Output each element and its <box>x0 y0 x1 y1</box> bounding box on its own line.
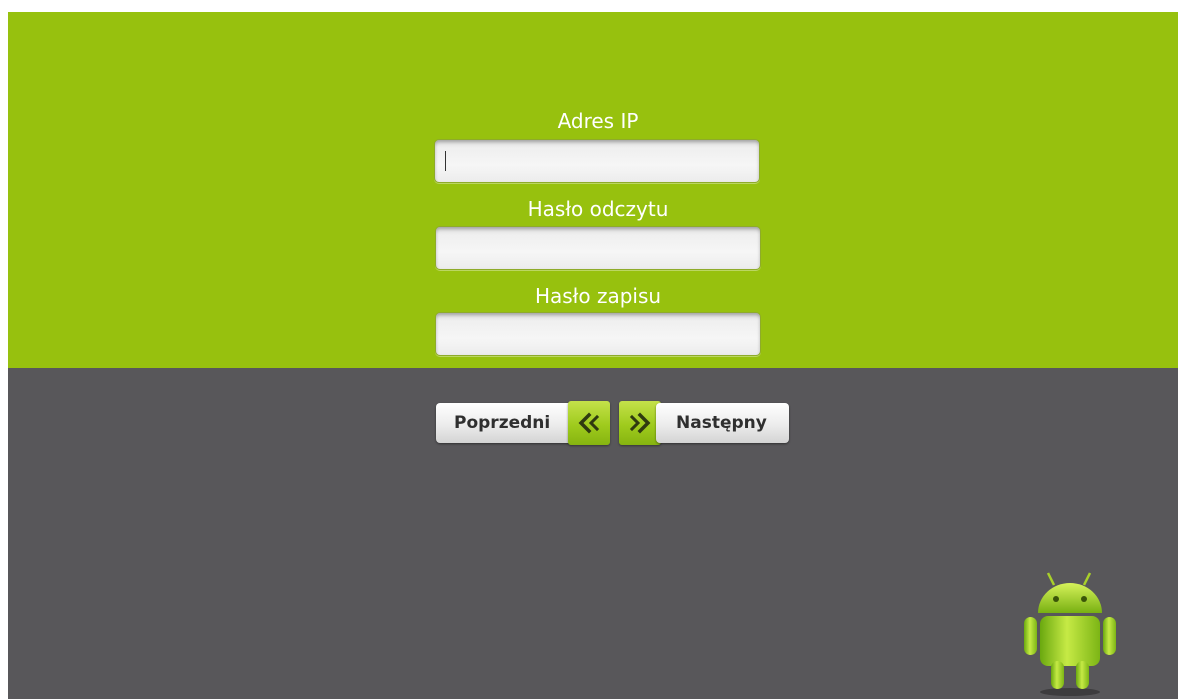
next-button-label: Następny <box>676 413 767 433</box>
ip-address-label: Adres IP <box>557 109 639 133</box>
form-panel: Adres IP Hasło odczytu Hasło zapisu <box>8 12 1178 368</box>
double-chevron-left-icon <box>578 412 600 434</box>
next-arrow-button[interactable] <box>619 401 661 445</box>
previous-button-label: Poprzedni <box>454 413 551 433</box>
next-button[interactable]: Następny <box>656 403 789 443</box>
text-caret <box>445 151 446 171</box>
read-password-label: Hasło odczytu <box>527 197 669 221</box>
write-password-label: Hasło zapisu <box>534 284 662 308</box>
read-password-input[interactable] <box>435 226 761 270</box>
write-password-input[interactable] <box>435 312 761 356</box>
setup-screen: Adres IP Hasło odczytu Hasło zapisu Popr… <box>8 12 1178 699</box>
android-robot-icon <box>1024 572 1116 696</box>
previous-button[interactable]: Poprzedni <box>436 403 574 443</box>
double-chevron-right-icon <box>629 412 651 434</box>
previous-arrow-button[interactable] <box>568 401 610 445</box>
ip-address-input[interactable] <box>434 139 760 183</box>
